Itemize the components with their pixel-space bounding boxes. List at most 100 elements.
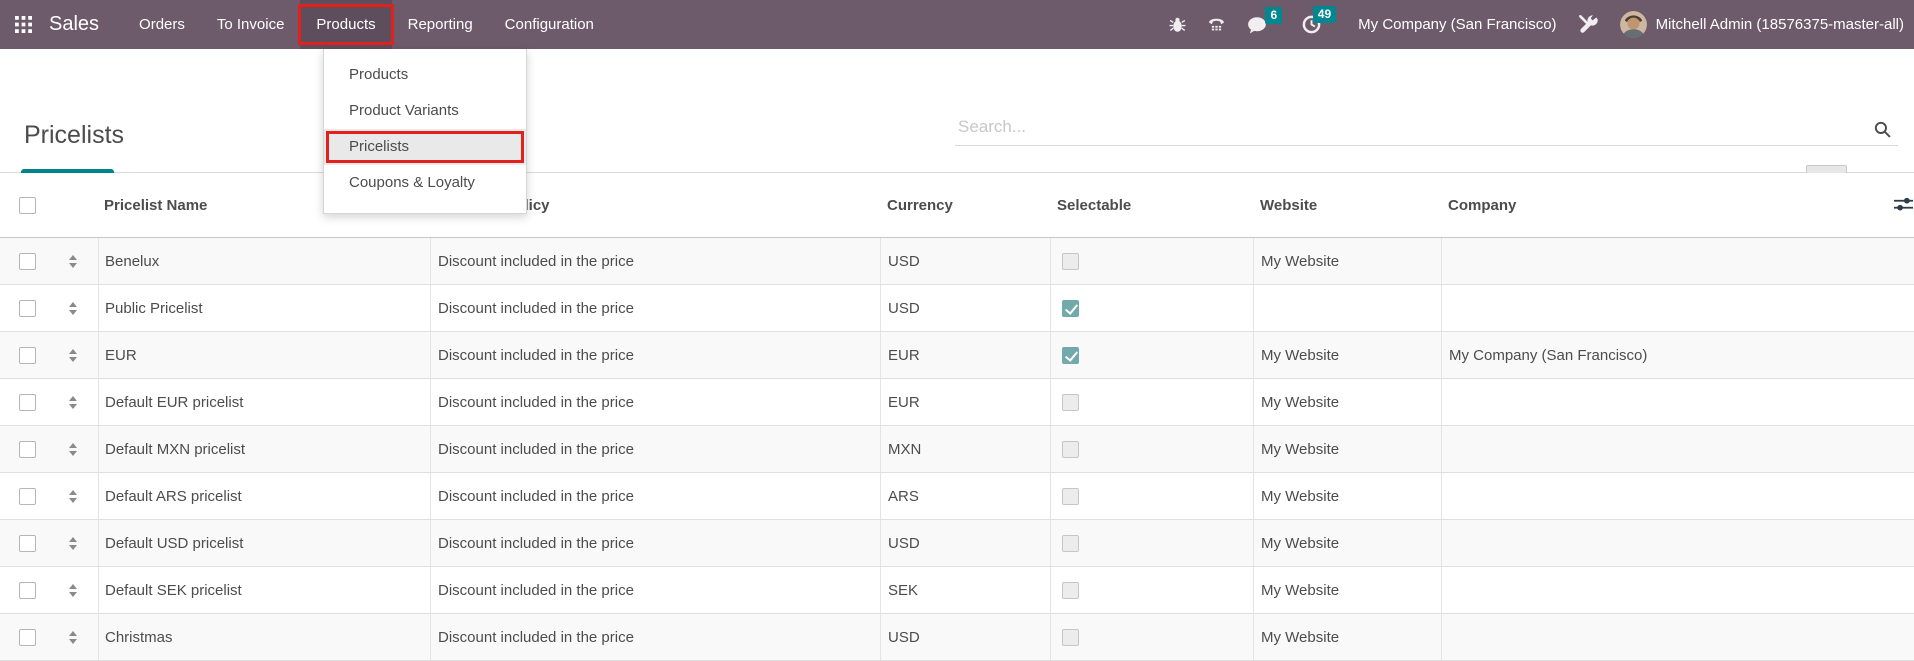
odoo-sales-pricelists-screen: Sales Orders To Invoice Products Reporti… — [0, 0, 1914, 661]
table-row[interactable]: Benelux Discount included in the price U… — [0, 238, 1914, 285]
discount-policy-cell: Discount included in the price — [430, 567, 880, 613]
table-row[interactable]: Christmas Discount included in the price… — [0, 614, 1914, 661]
table-header-row: Pricelist Name Discount Policy Currency … — [0, 173, 1914, 238]
table-row[interactable]: Default USD pricelist Discount included … — [0, 520, 1914, 567]
nav-item-to-invoice[interactable]: To Invoice — [201, 0, 301, 49]
row-select-checkbox[interactable] — [19, 300, 36, 317]
company-cell — [1441, 238, 1914, 284]
selectable-checkbox — [1062, 535, 1079, 552]
currency-cell: USD — [880, 238, 1050, 284]
row-select-checkbox[interactable] — [19, 394, 36, 411]
website-cell: My Website — [1253, 567, 1441, 613]
products-dropdown-menu: Products Product Variants Pricelists Cou… — [323, 49, 527, 214]
selectable-checkbox — [1062, 582, 1079, 599]
table-row[interactable]: Default SEK pricelist Discount included … — [0, 567, 1914, 614]
row-drag-handle[interactable] — [48, 490, 98, 503]
app-brand[interactable]: Sales — [49, 13, 99, 36]
currency-cell: ARS — [880, 473, 1050, 519]
column-header-selectable[interactable]: Selectable — [1050, 173, 1253, 237]
search-input[interactable] — [955, 109, 1898, 146]
pricelist-name-cell: Default USD pricelist — [98, 520, 430, 566]
discount-policy-cell: Discount included in the price — [430, 238, 880, 284]
row-select-checkbox[interactable] — [19, 535, 36, 552]
user-menu[interactable]: Mitchell Admin (18576375-master-all) — [1656, 16, 1904, 33]
nav-item-reporting[interactable]: Reporting — [392, 0, 489, 49]
row-select-checkbox[interactable] — [19, 488, 36, 505]
website-cell: My Website — [1253, 379, 1441, 425]
pricelist-name-cell: Default EUR pricelist — [98, 379, 430, 425]
row-drag-handle[interactable] — [48, 631, 98, 644]
discount-policy-cell: Discount included in the price — [430, 285, 880, 331]
control-panel: Pricelists CREATE Filters — [0, 49, 1914, 173]
row-drag-handle[interactable] — [48, 302, 98, 315]
systray: 6 49 My Company (San Francisco) — [1169, 11, 1914, 38]
row-select-checkbox[interactable] — [19, 582, 36, 599]
nav-item-orders[interactable]: Orders — [123, 0, 201, 49]
apps-menu-button[interactable] — [0, 16, 45, 33]
apps-grid-icon — [15, 16, 32, 33]
optional-columns-sliders-icon[interactable] — [1894, 197, 1913, 212]
row-select-checkbox[interactable] — [19, 441, 36, 458]
support-tools-icon[interactable] — [1578, 14, 1599, 35]
debug-bug-icon[interactable] — [1169, 16, 1186, 33]
selectable-checkbox — [1062, 441, 1079, 458]
table-row[interactable]: Default MXN pricelist Discount included … — [0, 426, 1914, 473]
company-cell — [1441, 426, 1914, 472]
website-cell: My Website — [1253, 520, 1441, 566]
pricelist-name-cell: Default ARS pricelist — [98, 473, 430, 519]
selectable-checkbox — [1062, 394, 1079, 411]
website-cell: My Website — [1253, 426, 1441, 472]
voip-phone-icon[interactable] — [1207, 16, 1226, 33]
menu-item-product-variants[interactable]: Product Variants — [324, 93, 526, 129]
pricelist-name-cell: Benelux — [98, 238, 430, 284]
menu-item-coupons-loyalty[interactable]: Coupons & Loyalty — [324, 165, 526, 201]
currency-cell: SEK — [880, 567, 1050, 613]
user-avatar[interactable] — [1620, 11, 1647, 38]
currency-cell: EUR — [880, 332, 1050, 378]
page-title: Pricelists — [24, 121, 124, 150]
company-switcher[interactable]: My Company (San Francisco) — [1358, 16, 1556, 33]
table-row[interactable]: Public Pricelist Discount included in th… — [0, 285, 1914, 332]
selectable-checkbox — [1062, 253, 1079, 270]
currency-cell: EUR — [880, 379, 1050, 425]
row-drag-handle[interactable] — [48, 255, 98, 268]
messages-count-badge: 6 — [1265, 7, 1282, 24]
currency-cell: USD — [880, 520, 1050, 566]
search-icon[interactable] — [1874, 121, 1891, 138]
currency-cell: USD — [880, 614, 1050, 660]
table-row[interactable]: EUR Discount included in the price EUR M… — [0, 332, 1914, 379]
table-row[interactable]: Default ARS pricelist Discount included … — [0, 473, 1914, 520]
column-header-website[interactable]: Website — [1253, 173, 1441, 237]
selectable-checkbox — [1062, 629, 1079, 646]
company-cell — [1441, 285, 1914, 331]
column-header-currency[interactable]: Currency — [880, 173, 1050, 237]
row-drag-handle[interactable] — [48, 349, 98, 362]
currency-cell: USD — [880, 285, 1050, 331]
nav-item-products[interactable]: Products — [300, 0, 391, 49]
discount-policy-cell: Discount included in the price — [430, 473, 880, 519]
menu-item-products[interactable]: Products — [324, 57, 526, 93]
row-drag-handle[interactable] — [48, 537, 98, 550]
select-all-checkbox[interactable] — [19, 197, 36, 214]
column-header-company[interactable]: Company — [1441, 173, 1914, 237]
discount-policy-cell: Discount included in the price — [430, 379, 880, 425]
currency-cell: MXN — [880, 426, 1050, 472]
discount-policy-cell: Discount included in the price — [430, 614, 880, 660]
row-drag-handle[interactable] — [48, 396, 98, 409]
pricelist-name-cell: Default SEK pricelist — [98, 567, 430, 613]
activities-clock-icon[interactable]: 49 — [1302, 15, 1321, 34]
row-select-checkbox[interactable] — [19, 253, 36, 270]
company-cell — [1441, 379, 1914, 425]
pricelist-name-cell: EUR — [98, 332, 430, 378]
table-row[interactable]: Default EUR pricelist Discount included … — [0, 379, 1914, 426]
selectable-checkbox — [1062, 300, 1079, 317]
menu-item-pricelists[interactable]: Pricelists — [324, 129, 526, 165]
row-select-checkbox[interactable] — [19, 629, 36, 646]
nav-item-configuration[interactable]: Configuration — [489, 0, 610, 49]
row-drag-handle[interactable] — [48, 584, 98, 597]
messages-chat-icon[interactable]: 6 — [1247, 16, 1267, 34]
row-drag-handle[interactable] — [48, 443, 98, 456]
activities-count-badge: 49 — [1313, 6, 1336, 23]
row-select-checkbox[interactable] — [19, 347, 36, 364]
company-cell — [1441, 520, 1914, 566]
